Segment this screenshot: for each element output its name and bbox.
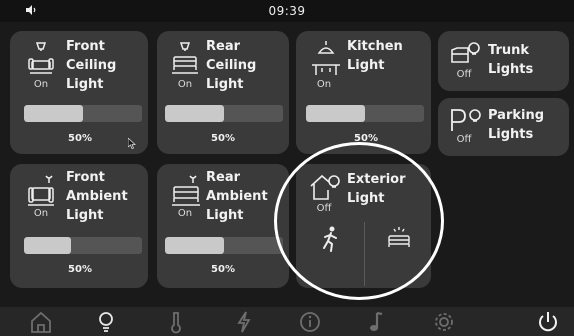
state-label: Off	[456, 134, 472, 145]
seat-ceiling-light-icon	[28, 42, 54, 74]
bed-ceiling-light-icon	[172, 42, 198, 74]
state-label: Off	[316, 203, 332, 214]
mouse-cursor-icon	[128, 138, 136, 149]
music-icon[interactable]	[362, 310, 390, 334]
tile-title: Front Ambient Light	[66, 170, 128, 223]
tile-title: Front Ceiling Light	[66, 39, 117, 92]
brightness-percent: 50%	[211, 264, 235, 275]
state-label: On	[316, 79, 332, 90]
brightness-slider[interactable]	[165, 105, 283, 122]
brightness-level	[306, 105, 365, 122]
tile-kitchen-light[interactable]: On Kitchen Light 50%	[296, 31, 431, 154]
trunk-light-icon	[451, 42, 480, 63]
brightness-level	[24, 237, 72, 254]
brightness-slider[interactable]	[165, 237, 283, 254]
status-bar: 09:39	[0, 0, 574, 22]
brightness-percent: 50%	[68, 133, 92, 144]
state-label: On	[33, 208, 49, 219]
state-label: On	[33, 79, 49, 90]
brightness-slider[interactable]	[24, 105, 142, 122]
tile-title: Parking Lights	[488, 108, 545, 142]
state-label: On	[177, 79, 193, 90]
bed-ambient-light-icon	[172, 175, 200, 206]
tile-parking-lights[interactable]: Off Parking Lights	[438, 98, 569, 156]
tile-front-ceiling-light[interactable]: On Front Ceiling Light 50%	[10, 31, 148, 154]
power-icon[interactable]	[534, 310, 562, 334]
home-icon[interactable]	[27, 310, 55, 334]
divider	[364, 222, 365, 286]
tile-title: Kitchen Light	[347, 39, 403, 73]
tile-title: Trunk Lights	[488, 43, 534, 77]
brightness-level	[165, 237, 224, 254]
tile-rear-ceiling-light[interactable]: On Rear Ceiling Light 50%	[157, 31, 289, 154]
tile-title: Rear Ceiling Light	[206, 39, 257, 92]
brightness-slider[interactable]	[306, 105, 424, 122]
tile-trunk-lights[interactable]: Off Trunk Lights	[438, 31, 569, 91]
tile-exterior-light[interactable]: Off Exterior Light	[296, 164, 431, 288]
tile-front-ambient-light[interactable]: On Front Ambient Light 50%	[10, 164, 148, 288]
thermometer-icon[interactable]	[162, 310, 190, 334]
bed-light-icon[interactable]	[386, 226, 412, 250]
tile-title: Rear Ambient Light	[206, 170, 268, 223]
lightning-icon[interactable]	[230, 310, 258, 334]
parking-light-icon	[451, 109, 481, 131]
brightness-slider[interactable]	[24, 237, 142, 254]
brightness-percent: 50%	[211, 133, 235, 144]
gear-icon[interactable]	[430, 310, 458, 334]
motion-sensor-icon[interactable]	[320, 226, 342, 252]
tile-title: Exterior Light	[347, 172, 406, 206]
seat-ambient-light-icon	[28, 175, 54, 206]
brightness-percent: 50%	[68, 264, 92, 275]
house-light-icon	[310, 174, 340, 200]
clock: 09:39	[268, 4, 306, 18]
kitchen-light-icon	[312, 41, 340, 75]
tile-rear-ambient-light[interactable]: On Rear Ambient Light 50%	[157, 164, 289, 288]
brightness-level	[165, 105, 224, 122]
brightness-percent: 50%	[354, 133, 378, 144]
bottom-nav	[0, 307, 574, 336]
state-label: On	[177, 208, 193, 219]
brightness-level	[24, 105, 83, 122]
bulb-icon[interactable]	[92, 310, 120, 334]
state-label: Off	[456, 69, 472, 80]
info-icon[interactable]	[296, 310, 324, 334]
